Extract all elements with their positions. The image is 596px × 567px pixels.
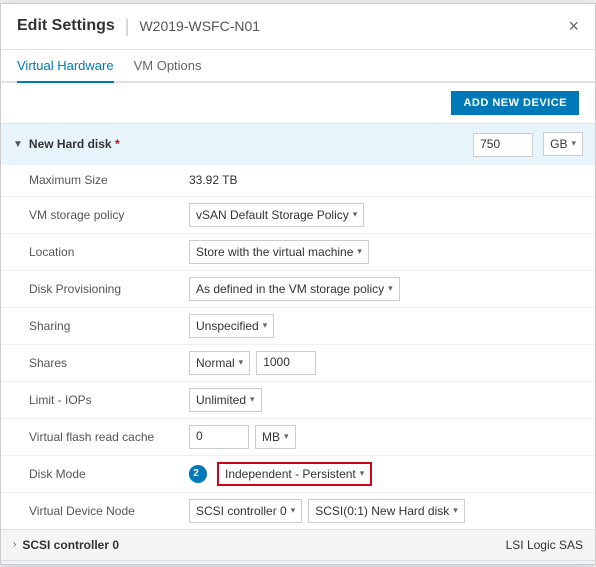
disk-mode-row: Disk Mode 2 Independent - Persistent ▾	[1, 456, 595, 493]
hard-disk-title: New Hard disk *	[29, 137, 120, 151]
max-size-label: Maximum Size	[29, 173, 189, 187]
chevron-down-icon: ▾	[353, 209, 358, 220]
dialog-subtitle: W2019-WSFC-N01	[139, 18, 260, 34]
limit-iops-select[interactable]: Unlimited ▾	[189, 388, 262, 412]
add-new-device-button[interactable]: ADD NEW DEVICE	[451, 91, 579, 115]
virtual-flash-value: 0 MB ▾	[189, 425, 583, 449]
storage-policy-select[interactable]: vSAN Default Storage Policy ▾	[189, 203, 364, 227]
limit-iops-label: Limit - IOPs	[29, 393, 189, 407]
max-size-row: Maximum Size 33.92 TB	[1, 165, 595, 197]
new-hard-disk-header[interactable]: ▼ New Hard disk * 750 GB ▾	[1, 124, 595, 165]
virtual-flash-row: Virtual flash read cache 0 MB ▾	[1, 419, 595, 456]
shares-label: Shares	[29, 356, 189, 370]
disk-provisioning-value: As defined in the VM storage policy ▾	[189, 277, 583, 301]
scsi-controller-title: SCSI controller 0	[22, 538, 119, 552]
tab-virtual-hardware[interactable]: Virtual Hardware	[17, 50, 114, 83]
sharing-select[interactable]: Unspecified ▾	[189, 314, 274, 338]
disk-mode-label: Disk Mode	[29, 467, 189, 481]
toolbar: ADD NEW DEVICE	[1, 83, 595, 124]
virtual-flash-input[interactable]: 0	[189, 425, 249, 449]
hard-disk-unit-select[interactable]: GB ▾	[543, 132, 583, 156]
virtual-flash-unit-select[interactable]: MB ▾	[255, 425, 296, 449]
dialog-title: Edit Settings	[17, 17, 115, 35]
chevron-down-icon: ▾	[291, 505, 296, 516]
sharing-value: Unspecified ▾	[189, 314, 583, 338]
shares-value: Normal ▾ 1000	[189, 351, 583, 375]
storage-policy-row: VM storage policy vSAN Default Storage P…	[1, 197, 595, 234]
edit-settings-dialog: Edit Settings | W2019-WSFC-N01 × Virtual…	[0, 3, 596, 565]
chevron-down-icon: ▾	[388, 283, 393, 294]
shares-select[interactable]: Normal ▾	[189, 351, 250, 375]
dialog-header: Edit Settings | W2019-WSFC-N01 ×	[1, 4, 595, 50]
disk-mode-value: 2 Independent - Persistent ▾	[189, 462, 583, 486]
storage-policy-value: vSAN Default Storage Policy ▾	[189, 203, 583, 227]
chevron-down-icon: ▾	[263, 320, 268, 331]
storage-policy-label: VM storage policy	[29, 208, 189, 222]
tab-vm-options[interactable]: VM Options	[134, 50, 202, 83]
hard-disk-toggle-icon: ▼	[13, 139, 23, 150]
chevron-down-icon: ▾	[453, 505, 458, 516]
limit-iops-value: Unlimited ▾	[189, 388, 583, 412]
scsi-controller-section: › SCSI controller 0 LSI Logic SAS	[1, 530, 595, 561]
dialog-separator: |	[125, 16, 130, 37]
new-scsi-controller-section: ▼ New SCSI controller * VMware Paravirtu…	[1, 561, 595, 564]
new-hard-disk-section: ▼ New Hard disk * 750 GB ▾ Maximum Size …	[1, 124, 595, 530]
close-button[interactable]: ×	[568, 17, 579, 35]
location-row: Location Store with the virtual machine …	[1, 234, 595, 271]
scsi-controller-value: LSI Logic SAS	[506, 538, 583, 552]
virtual-flash-label: Virtual flash read cache	[29, 430, 189, 444]
shares-row: Shares Normal ▾ 1000	[1, 345, 595, 382]
new-scsi-controller-header[interactable]: ▼ New SCSI controller * VMware Paravirtu…	[1, 561, 595, 564]
disk-provisioning-row: Disk Provisioning As defined in the VM s…	[1, 271, 595, 308]
chevron-down-icon: ▾	[284, 431, 289, 442]
virtual-device-node-label: Virtual Device Node	[29, 504, 189, 518]
vdn-select1[interactable]: SCSI controller 0 ▾	[189, 499, 302, 523]
disk-mode-select[interactable]: Independent - Persistent ▾	[217, 462, 372, 486]
chevron-down-icon: ▾	[357, 246, 362, 257]
location-select[interactable]: Store with the virtual machine ▾	[189, 240, 369, 264]
chevron-down-icon: ▾	[250, 394, 255, 405]
disk-provisioning-select[interactable]: As defined in the VM storage policy ▾	[189, 277, 400, 301]
max-size-value: 33.92 TB	[189, 173, 583, 187]
settings-content: ▼ New Hard disk * 750 GB ▾ Maximum Size …	[1, 124, 595, 564]
virtual-device-node-value: SCSI controller 0 ▾ SCSI(0:1) New Hard d…	[189, 499, 583, 523]
location-label: Location	[29, 245, 189, 259]
sharing-row: Sharing Unspecified ▾	[1, 308, 595, 345]
chevron-down-icon: ▾	[239, 357, 244, 368]
chevron-down-icon: ▾	[571, 138, 576, 149]
location-value: Store with the virtual machine ▾	[189, 240, 583, 264]
vdn-select2[interactable]: SCSI(0:1) New Hard disk ▾	[308, 499, 465, 523]
chevron-down-icon: ▾	[360, 468, 365, 479]
hard-disk-size-input[interactable]: 750	[473, 133, 533, 157]
limit-iops-row: Limit - IOPs Unlimited ▾	[1, 382, 595, 419]
sharing-label: Sharing	[29, 319, 189, 333]
disk-provisioning-label: Disk Provisioning	[29, 282, 189, 296]
shares-input[interactable]: 1000	[256, 351, 316, 375]
badge-2: 2	[189, 465, 207, 483]
hard-disk-value: 750 GB ▾	[473, 132, 583, 157]
scsi-controller-toggle-icon: ›	[13, 539, 16, 550]
tab-bar: Virtual Hardware VM Options	[1, 50, 595, 83]
scsi-controller-header[interactable]: › SCSI controller 0 LSI Logic SAS	[1, 530, 595, 560]
virtual-device-node-row: Virtual Device Node SCSI controller 0 ▾ …	[1, 493, 595, 529]
